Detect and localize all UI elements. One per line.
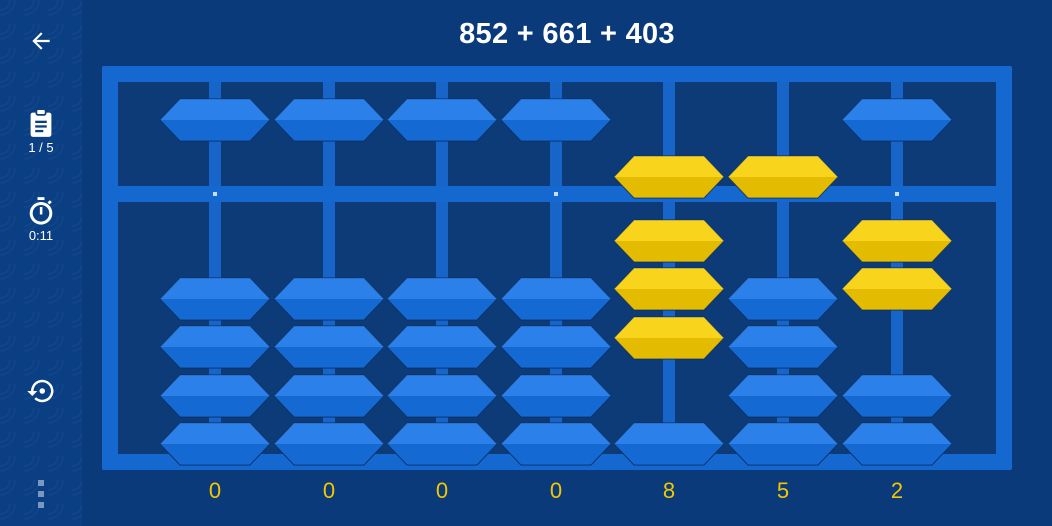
- lower-bead[interactable]: [728, 373, 838, 419]
- lower-bead[interactable]: [728, 421, 838, 467]
- lower-bead[interactable]: [160, 373, 270, 419]
- abacus-frame: [102, 66, 1012, 470]
- stopwatch-icon: [29, 197, 53, 225]
- upper-bead[interactable]: [387, 97, 497, 143]
- lower-bead[interactable]: [614, 421, 724, 467]
- lower-bead[interactable]: [274, 373, 384, 419]
- upper-bead[interactable]: [160, 97, 270, 143]
- lower-bead[interactable]: [614, 266, 724, 312]
- lower-bead[interactable]: [501, 421, 611, 467]
- task-progress-button[interactable]: 1 / 5: [0, 108, 82, 155]
- unit-marker-dot: [895, 192, 899, 196]
- lower-bead[interactable]: [501, 324, 611, 370]
- unit-marker-dot: [213, 192, 217, 196]
- upper-bead[interactable]: [501, 97, 611, 143]
- rod-digit-label: 2: [890, 478, 904, 503]
- lower-bead[interactable]: [842, 373, 952, 419]
- progress-label: 1 / 5: [28, 140, 54, 155]
- lower-bead[interactable]: [387, 276, 497, 322]
- upper-bead[interactable]: [274, 97, 384, 143]
- lower-bead[interactable]: [387, 373, 497, 419]
- lower-bead[interactable]: [614, 218, 724, 264]
- lower-bead[interactable]: [614, 315, 724, 361]
- timer-display: 0:11: [0, 196, 82, 243]
- upper-bead[interactable]: [614, 154, 724, 200]
- rod-digit-label: 5: [776, 478, 790, 503]
- lower-bead[interactable]: [842, 421, 952, 467]
- upper-bead[interactable]: [728, 154, 838, 200]
- lower-bead[interactable]: [728, 276, 838, 322]
- lower-bead[interactable]: [160, 421, 270, 467]
- rod-digit-label: 8: [662, 478, 676, 503]
- lower-bead[interactable]: [274, 276, 384, 322]
- reset-button[interactable]: [0, 376, 82, 406]
- abacus-board: [118, 82, 996, 466]
- lower-bead[interactable]: [274, 421, 384, 467]
- rod-digit-label: 0: [322, 478, 336, 503]
- timer-label: 0:11: [28, 228, 54, 243]
- clipboard-icon: [30, 108, 52, 137]
- lower-bead[interactable]: [274, 324, 384, 370]
- lower-bead[interactable]: [501, 276, 611, 322]
- lower-bead[interactable]: [387, 421, 497, 467]
- lower-bead[interactable]: [160, 324, 270, 370]
- expression-title: 852 + 661 + 403: [459, 18, 675, 50]
- lower-bead[interactable]: [387, 324, 497, 370]
- reset-icon: [27, 379, 54, 403]
- more-menu-button[interactable]: [0, 478, 82, 512]
- lower-bead[interactable]: [160, 276, 270, 322]
- unit-marker-dot: [554, 192, 558, 196]
- rod-digit-label: 0: [435, 478, 449, 503]
- rod-digit-label: 0: [549, 478, 563, 503]
- rod-digit-label: 0: [208, 478, 222, 503]
- sidebar: 1 / 5 0:11: [0, 0, 82, 526]
- arrow-left-icon: [32, 32, 50, 50]
- upper-bead[interactable]: [842, 97, 952, 143]
- vertical-dots-icon: [38, 480, 44, 508]
- lower-bead[interactable]: [842, 218, 952, 264]
- back-button[interactable]: [0, 28, 82, 54]
- lower-bead[interactable]: [728, 324, 838, 370]
- lower-bead[interactable]: [501, 373, 611, 419]
- lower-bead[interactable]: [842, 266, 952, 312]
